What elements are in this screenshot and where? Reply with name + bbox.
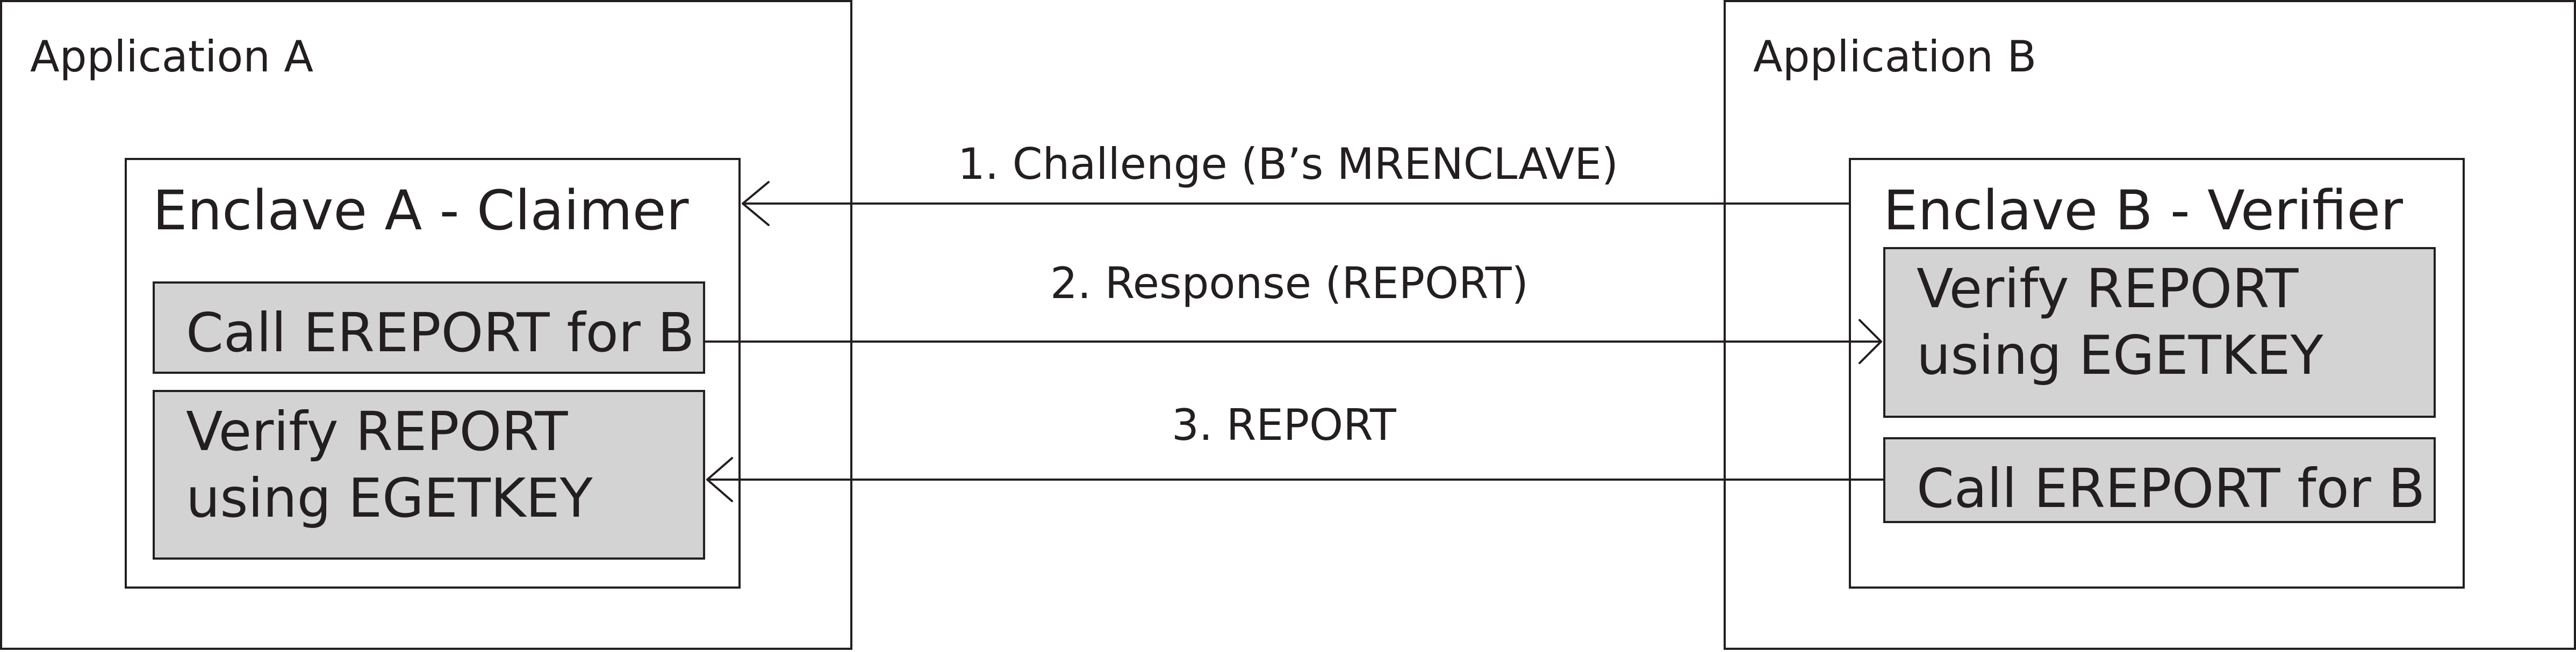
application-a-title: Application A	[30, 32, 314, 82]
message-1-label: 1. Challenge (B’s MRENCLAVE)	[958, 139, 1619, 189]
message-2-label: 2. Response (REPORT)	[1050, 258, 1529, 308]
enclave-a-call-ereport-step: Call EREPORT for B	[153, 281, 705, 374]
enclave-a-title: Enclave A - Claimer	[153, 179, 689, 243]
step-line: Call EREPORT for B	[186, 301, 695, 364]
step-line: using EGETKEY	[1917, 324, 2323, 387]
enclave-b-title: Enclave B - Verifier	[1883, 179, 2403, 243]
application-b-title: Application B	[1753, 32, 2037, 82]
step-line: Verify REPORT	[186, 400, 568, 463]
enclave-a-verify-report-step: Verify REPORT using EGETKEY	[153, 390, 705, 560]
step-line: using EGETKEY	[186, 467, 593, 530]
enclave-b-call-ereport-step: Call EREPORT for B	[1883, 437, 2436, 523]
step-line: Verify REPORT	[1917, 257, 2299, 320]
enclave-b-verify-report-step: Verify REPORT using EGETKEY	[1883, 247, 2436, 418]
step-line: Call EREPORT for B	[1917, 457, 2426, 520]
message-3-label: 3. REPORT	[1172, 400, 1396, 450]
